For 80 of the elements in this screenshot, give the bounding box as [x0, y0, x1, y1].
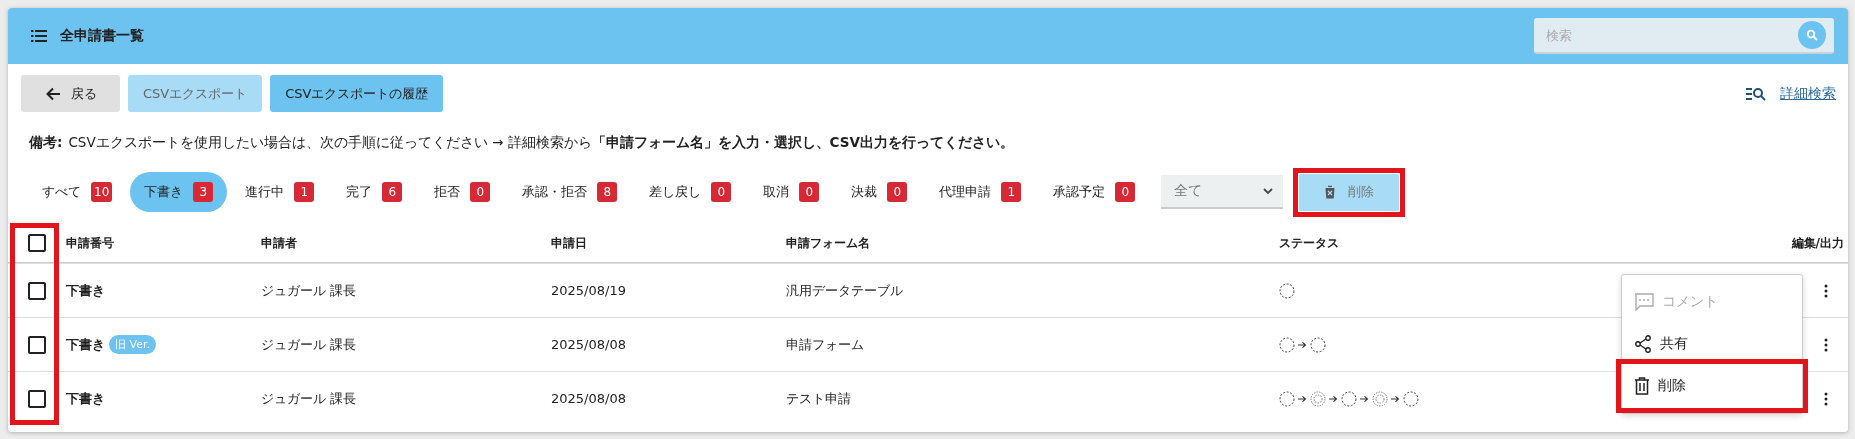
trash-icon — [1324, 185, 1337, 199]
pending-step-icon — [1279, 390, 1295, 407]
share-icon — [1634, 335, 1652, 353]
count-badge: 0 — [711, 182, 732, 202]
menu-item[interactable]: 共有 — [1622, 323, 1802, 365]
column-header: 申請者 — [261, 235, 297, 250]
table-cell: 下書き — [66, 389, 105, 408]
count-badge: 1 — [294, 182, 315, 202]
count-badge: 1 — [1001, 182, 1022, 202]
filter-tab[interactable]: 決裁 0 — [837, 172, 922, 212]
arrow-icon — [1298, 394, 1307, 403]
table-cell: 下書き — [66, 281, 105, 300]
count-badge: 3 — [193, 182, 214, 202]
count-badge: 0 — [1115, 182, 1136, 202]
arrow-icon — [1329, 394, 1338, 403]
back-button[interactable]: 戻る — [21, 75, 120, 112]
filter-search-icon[interactable] — [1746, 86, 1766, 101]
column-header: 申請番号 — [66, 234, 114, 252]
table-cell: 2025/08/08 — [551, 391, 626, 406]
trash-icon — [1634, 377, 1650, 395]
double-circle-icon — [1372, 390, 1388, 407]
pending-step-icon — [1310, 336, 1326, 353]
filter-tab[interactable]: 承認・拒否 8 — [508, 172, 632, 212]
table-cell: 2025/08/19 — [551, 283, 626, 298]
pending-step-icon — [1279, 282, 1295, 299]
select-all-checkbox[interactable] — [28, 234, 46, 252]
count-badge: 0 — [887, 182, 908, 202]
column-header: 編集/出力 — [1791, 234, 1844, 252]
column-header: ステータス — [1279, 234, 1339, 252]
note-label: 備考: — [29, 134, 63, 150]
filter-tab[interactable]: 拒否 0 — [420, 172, 505, 212]
count-badge: 0 — [799, 182, 820, 202]
filter-tab[interactable]: 承認予定 0 — [1039, 172, 1150, 212]
pending-step-icon — [1279, 336, 1295, 353]
list-icon[interactable] — [31, 30, 47, 42]
table-cell: ジュガール 課長 — [261, 336, 357, 352]
filter-tab[interactable]: 代理申請 1 — [925, 172, 1036, 212]
comment-icon — [1634, 293, 1654, 311]
row-checkbox[interactable] — [28, 281, 46, 300]
table-cell: ジュガール 課長 — [261, 390, 357, 406]
arrow-icon — [1360, 394, 1369, 403]
advanced-search-link[interactable]: 詳細検索 — [1780, 84, 1836, 103]
count-badge: 10 — [91, 182, 113, 202]
count-badge: 0 — [470, 182, 491, 202]
arrow-icon — [1298, 340, 1307, 349]
table-cell: テスト申請 — [786, 390, 851, 406]
menu-item[interactable]: 削除 — [1622, 365, 1802, 407]
version-badge: 旧 Ver. — [109, 335, 156, 354]
status-select[interactable]: 全て — [1161, 175, 1284, 209]
column-header: 申請フォーム名 — [786, 235, 870, 250]
row-checkbox[interactable] — [28, 389, 46, 408]
count-badge: 8 — [597, 182, 618, 202]
table-cell: 汎用データテーブル — [786, 282, 903, 298]
column-header: 申請日 — [551, 235, 587, 250]
arrow-icon — [1391, 394, 1400, 403]
more-icon[interactable] — [1824, 283, 1828, 298]
chevron-icon — [1263, 187, 1274, 195]
pending-step-icon — [1341, 390, 1357, 407]
table-cell: ジュガール 課長 — [261, 282, 357, 298]
double-circle-icon — [1310, 390, 1326, 407]
count-badge: 6 — [382, 182, 403, 202]
page-title: 全申請書一覧 — [60, 27, 144, 45]
filter-tab[interactable]: すべて 10 — [28, 172, 127, 212]
filter-tab[interactable]: 完了 6 — [332, 172, 417, 212]
row-checkbox[interactable] — [28, 335, 46, 354]
table-cell: 申請フォーム — [786, 336, 864, 352]
filter-tab[interactable]: 取消 0 — [749, 172, 834, 212]
back-arrow-icon — [44, 86, 61, 101]
filter-tab[interactable]: 進行中 1 — [231, 172, 329, 212]
search-field[interactable]: 検索 — [1534, 18, 1834, 54]
filter-tab[interactable]: 差し戻し 0 — [635, 172, 746, 212]
search-input[interactable]: 検索 — [1544, 26, 1798, 44]
table-cell: 下書き — [66, 335, 105, 354]
pending-step-icon — [1403, 390, 1419, 407]
more-icon[interactable] — [1824, 391, 1828, 406]
csv-button[interactable]: CSVエクスポートの履歴 — [270, 75, 444, 112]
note-text: CSVエクスポートを使用したい場合は、次の手順に従ってください → 詳細検索から「申請フォーム名」を入力・選択し、CSV出力を行ってください。 — [68, 134, 1014, 150]
table-cell: 2025/08/08 — [551, 337, 626, 352]
more-icon[interactable] — [1824, 337, 1828, 352]
filter-tab[interactable]: 下書き 3 — [130, 172, 228, 212]
